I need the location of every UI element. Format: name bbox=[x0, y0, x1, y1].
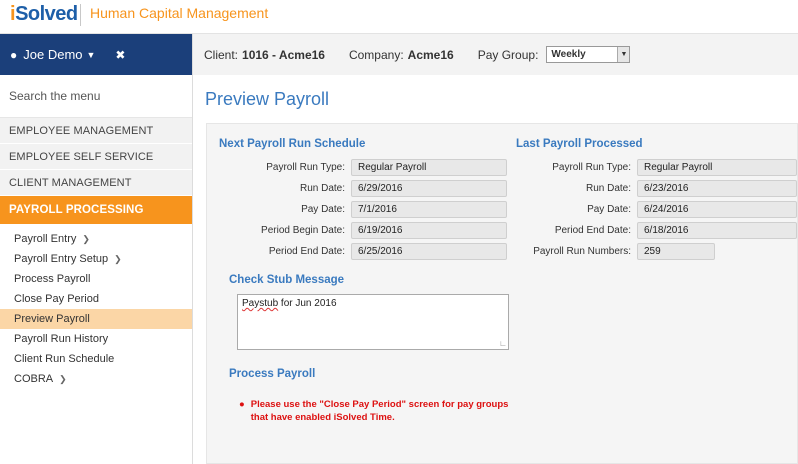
last-field-run-date: Run Date: 6/23/2016 bbox=[507, 180, 797, 197]
next-field-period-begin: Period Begin Date: 6/19/2016 bbox=[207, 222, 507, 239]
category-employee-management[interactable]: EMPLOYEE MANAGEMENT bbox=[0, 118, 192, 144]
paygroup-label: Pay Group: bbox=[477, 47, 539, 62]
sidebar-item-preview-payroll[interactable]: Preview Payroll bbox=[0, 309, 192, 329]
user-icon: ● bbox=[10, 47, 18, 62]
company-value[interactable]: Acme16 bbox=[408, 48, 454, 62]
category-client-management[interactable]: CLIENT MANAGEMENT bbox=[0, 170, 192, 196]
resize-handle-icon[interactable]: ∟ bbox=[499, 339, 507, 348]
sidebar-item-process-payroll[interactable]: Process Payroll bbox=[0, 269, 192, 289]
paygroup-select[interactable]: Weekly ▼ bbox=[546, 46, 631, 63]
chevron-right-icon: ❯ bbox=[114, 253, 122, 264]
sidebar-item-cobra[interactable]: COBRA ❯ bbox=[0, 369, 192, 389]
sidebar-item-payroll-entry-setup[interactable]: Payroll Entry Setup ❯ bbox=[0, 249, 192, 269]
app-title: Human Capital Management bbox=[90, 5, 269, 21]
next-field-run-date: Run Date: 6/29/2016 bbox=[207, 180, 507, 197]
preview-panel: Next Payroll Run Schedule Payroll Run Ty… bbox=[206, 123, 798, 464]
last-field-run-type: Payroll Run Type: Regular Payroll bbox=[507, 159, 797, 176]
chevron-down-icon: ▼ bbox=[617, 47, 630, 62]
sidebar-item-client-run-schedule[interactable]: Client Run Schedule bbox=[0, 349, 192, 369]
main-content: Preview Payroll Next Payroll Run Schedul… bbox=[193, 75, 798, 464]
client-label: Client: bbox=[204, 47, 239, 62]
check-stub-message-textarea[interactable]: Paystub for Jun 2016 ∟ bbox=[237, 294, 509, 350]
last-field-run-numbers: Payroll Run Numbers: 259 bbox=[507, 243, 715, 260]
sidebar-item-payroll-entry[interactable]: Payroll Entry ❯ bbox=[0, 229, 192, 249]
user-name: Joe Demo bbox=[23, 47, 83, 62]
category-employee-self-service[interactable]: EMPLOYEE SELF SERVICE bbox=[0, 144, 192, 170]
client-value[interactable]: 1016 - Acme16 bbox=[242, 48, 325, 62]
sidebar: ● Joe Demo ▼ ✖ Search the menu EMPLOYEE … bbox=[0, 34, 193, 464]
last-processed-heading: Last Payroll Processed bbox=[516, 138, 643, 150]
app-header: iSolved Human Capital Management bbox=[0, 0, 798, 34]
category-payroll-processing[interactable]: PAYROLL PROCESSING bbox=[0, 196, 192, 225]
page-title: Preview Payroll bbox=[205, 89, 330, 109]
next-run-heading: Next Payroll Run Schedule bbox=[219, 138, 366, 150]
client-context-bar: Client: 1016 - Acme16 Company: Acme16 Pa… bbox=[193, 34, 798, 75]
next-field-period-end: Period End Date: 6/25/2016 bbox=[207, 243, 507, 260]
check-stub-heading: Check Stub Message bbox=[229, 274, 345, 286]
last-field-pay-date: Pay Date: 6/24/2016 bbox=[507, 201, 797, 218]
pin-icon[interactable]: ✖ bbox=[115, 48, 125, 62]
last-field-period-end: Period End Date: 6/18/2016 bbox=[507, 222, 797, 239]
chevron-right-icon: ❯ bbox=[59, 373, 67, 384]
chevron-down-icon: ▼ bbox=[86, 49, 96, 60]
next-field-run-type: Payroll Run Type: Regular Payroll bbox=[207, 159, 507, 176]
sidebar-item-close-pay-period[interactable]: Close Pay Period bbox=[0, 289, 192, 309]
menu-search-input[interactable]: Search the menu bbox=[0, 75, 192, 118]
process-payroll-heading: Process Payroll bbox=[229, 368, 316, 380]
process-warning: ● Please use the "Close Pay Period" scre… bbox=[239, 399, 509, 423]
chevron-right-icon: ❯ bbox=[82, 233, 90, 244]
bullet-icon: ● bbox=[239, 399, 245, 410]
isolved-logo[interactable]: iSolved bbox=[10, 3, 78, 26]
user-menu[interactable]: ● Joe Demo ▼ ✖ bbox=[0, 34, 192, 75]
header-divider bbox=[80, 4, 81, 26]
company-label: Company: bbox=[348, 47, 404, 62]
next-field-pay-date: Pay Date: 7/1/2016 bbox=[207, 201, 507, 218]
sidebar-item-payroll-run-history[interactable]: Payroll Run History bbox=[0, 329, 192, 349]
